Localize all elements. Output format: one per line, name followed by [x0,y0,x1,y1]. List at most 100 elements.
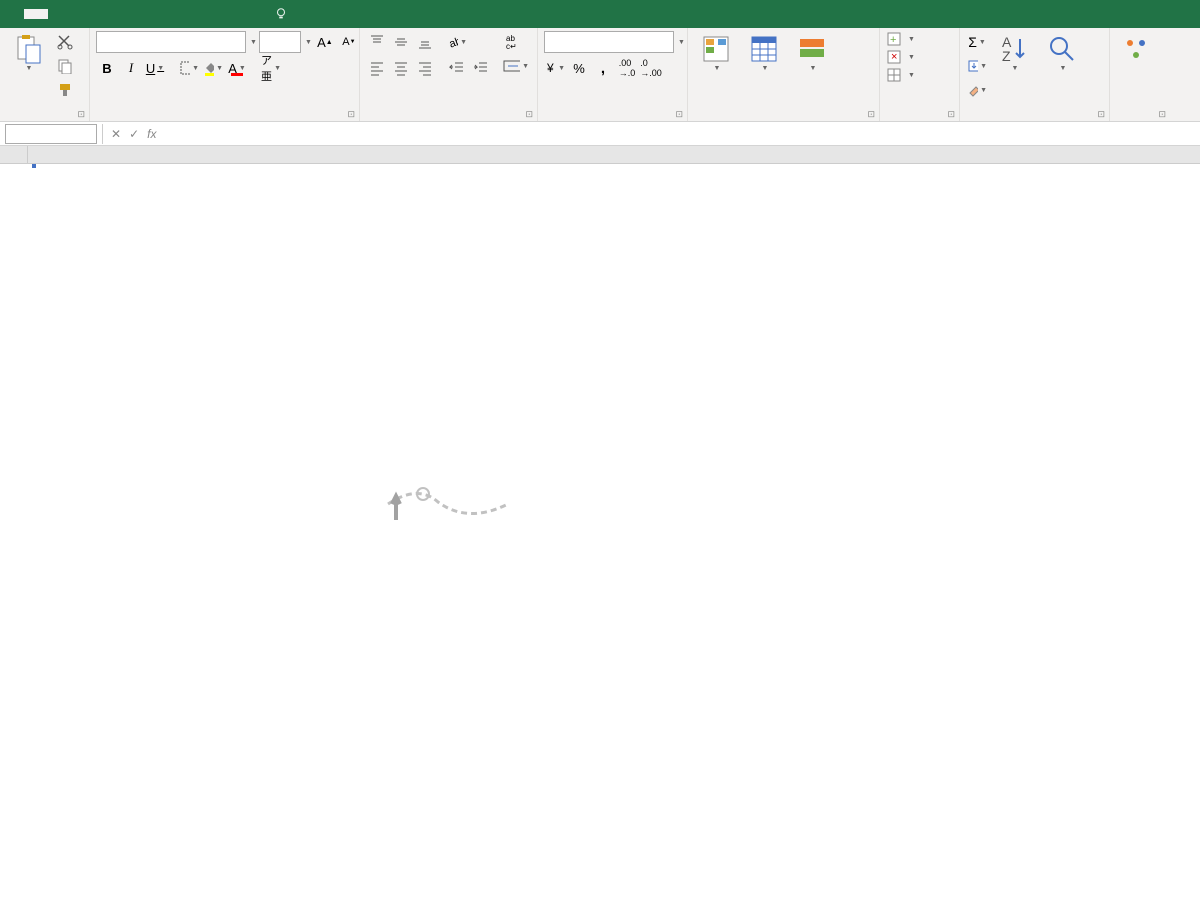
fill-button[interactable]: ▼ [966,55,988,77]
lightbulb-icon [274,7,288,21]
merge-button[interactable]: ▼ [502,55,530,77]
font-group-label [96,117,353,121]
decrease-decimal-button[interactable]: .0→.00 [640,57,662,79]
number-format-select[interactable] [544,31,674,53]
wrap-text-button[interactable]: abc↵ [502,31,530,53]
decrease-indent-button[interactable] [446,57,468,79]
align-bottom-icon [417,34,433,50]
currency-icon: ¥ [545,60,556,76]
sort-filter-button[interactable]: AZ ▼ [992,31,1036,74]
merge-icon [503,58,520,74]
eraser-icon [967,83,978,97]
insert-cells-button[interactable]: +▼ [886,31,915,47]
addin-group-label [1116,117,1164,121]
svg-text:×: × [891,51,897,63]
border-icon [179,60,190,76]
outdent-icon [449,60,465,76]
number-group-label [544,117,681,121]
format-as-table-button[interactable]: ▼ [742,31,786,74]
paint-bucket-icon [203,60,214,76]
delete-cells-button[interactable]: ×▼ [886,49,915,65]
svg-text:+: + [890,34,896,46]
align-middle-button[interactable] [390,31,412,53]
enter-formula-button[interactable]: ✓ [129,127,139,141]
format-painter-button[interactable] [54,79,76,101]
border-button[interactable]: ▼ [178,57,200,79]
styles-group-label [694,117,873,121]
ribbon-tabs [0,0,1200,28]
phonetic-button[interactable]: ア亜▼ [260,57,282,79]
cells-group-label [886,117,953,121]
format-cells-button[interactable]: ▼ [886,67,915,83]
tab-acrobat[interactable] [240,9,264,19]
underline-button[interactable]: U▼ [144,57,166,79]
select-all-corner[interactable] [0,146,28,163]
orientation-button[interactable]: ab▼ [446,31,468,53]
align-center-icon [393,60,409,76]
font-color-button[interactable]: A▼ [226,57,248,79]
increase-indent-button[interactable] [470,57,492,79]
tab-review[interactable] [144,9,168,19]
magnifier-icon [1046,33,1078,65]
clipboard-paste-icon [12,33,44,65]
addins-button[interactable] [1116,31,1160,67]
paste-button[interactable]: ▼ [6,31,50,74]
align-center-button[interactable] [390,57,412,79]
comma-format-button[interactable]: , [592,57,614,79]
conditional-format-button[interactable]: ▼ [694,31,738,74]
tab-help[interactable] [216,9,240,19]
autosum-button[interactable]: Σ▼ [966,31,988,53]
clear-button[interactable]: ▼ [966,79,988,101]
insert-cells-icon: + [886,31,902,47]
cell-styles-button[interactable]: ▼ [790,31,834,74]
align-left-button[interactable] [366,57,388,79]
formula-bar[interactable] [164,124,1192,144]
align-right-button[interactable] [414,57,436,79]
formula-bar-area: ✕ ✓ fx [0,122,1200,146]
tab-dev[interactable] [192,9,216,19]
align-bottom-button[interactable] [414,31,436,53]
tab-formulas[interactable] [96,9,120,19]
name-box[interactable] [5,124,97,144]
italic-button[interactable]: I [120,57,142,79]
delete-cells-icon: × [886,49,902,65]
decrease-font-button[interactable]: A▼ [338,31,360,53]
wrap-text-icon: abc↵ [506,34,526,50]
tab-data[interactable] [120,9,144,19]
align-top-button[interactable] [366,31,388,53]
paintbrush-icon [57,82,73,98]
tell-me-search[interactable] [274,7,293,21]
cancel-formula-button[interactable]: ✕ [111,127,121,141]
tab-insert[interactable] [48,9,72,19]
fill-down-icon [967,59,978,73]
cut-button[interactable] [54,31,76,53]
font-size-select[interactable] [259,31,301,53]
svg-text:¥: ¥ [546,61,554,75]
svg-text:c↵: c↵ [506,42,517,50]
indent-icon [473,60,489,76]
cursor-gesture-icon [378,474,518,534]
tab-home[interactable] [24,9,48,19]
tab-file[interactable] [0,9,24,19]
percent-format-button[interactable]: % [568,57,590,79]
tab-view[interactable] [168,9,192,19]
font-name-select[interactable] [96,31,246,53]
align-right-icon [417,60,433,76]
copy-button[interactable] [54,55,76,77]
copy-icon [57,58,73,74]
ribbon: ▼ ▼ ▼ A▲ A▼ B [0,28,1200,122]
fill-color-button[interactable]: ▼ [202,57,224,79]
orientation-icon: ab [447,34,458,50]
bold-button[interactable]: B [96,57,118,79]
increase-decimal-button[interactable]: .00→.0 [616,57,638,79]
accounting-format-button[interactable]: ¥▼ [544,57,566,79]
table-icon [748,33,780,65]
align-middle-icon [393,34,409,50]
find-select-button[interactable]: ▼ [1040,31,1084,74]
fx-button[interactable]: fx [147,127,156,141]
clipboard-group-label [6,117,83,121]
tab-layout[interactable] [72,9,96,19]
worksheet-grid[interactable] [0,146,1200,912]
addins-icon [1122,33,1154,65]
increase-font-button[interactable]: A▲ [314,31,336,53]
